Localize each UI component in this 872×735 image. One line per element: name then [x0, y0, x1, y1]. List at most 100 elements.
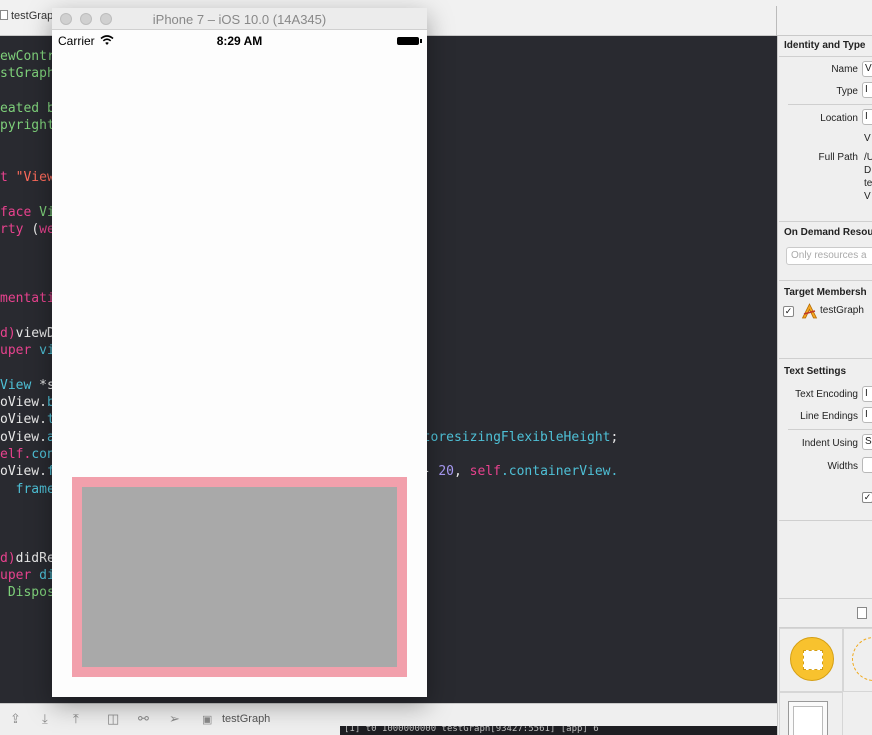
target-membership-title: Target Membersh: [784, 287, 867, 298]
view-controller-square: [803, 650, 823, 670]
code-token: eated b: [0, 100, 55, 116]
section-divider: [779, 280, 872, 281]
wrap-lines-checkbox[interactable]: ✓: [862, 492, 872, 503]
status-time: 8:29 AM: [216, 34, 263, 48]
code-line: face Vi: [0, 205, 55, 221]
code-token: uper: [0, 568, 40, 583]
tab-bar-divider: [776, 6, 777, 36]
memory-graph-icon[interactable]: ⚯: [138, 712, 149, 726]
section-divider: [779, 56, 872, 57]
code-line: ewContr: [0, 49, 55, 65]
code-token: Dispos: [0, 585, 55, 601]
code-line: frame: [0, 482, 55, 498]
text-encoding-popup[interactable]: I: [862, 386, 872, 402]
storyboard-reference-icon: [852, 637, 872, 681]
indent-using-label: Indent Using: [801, 438, 858, 449]
simulator-window: iPhone 7 – iOS 10.0 (14A345) Carrier 8:2…: [52, 8, 427, 697]
library-item-storyboard-reference[interactable]: [843, 628, 872, 692]
on-demand-title: On Demand Resour: [784, 227, 872, 238]
widths-label: Widths: [827, 461, 858, 472]
full-path-line: /U: [864, 152, 872, 163]
code-token: uper: [0, 343, 40, 359]
code-line: d)didRe: [0, 551, 55, 567]
location-sub-value: V: [864, 133, 871, 144]
code-token: oView.: [0, 395, 47, 410]
code-token: face: [0, 204, 40, 220]
code-token: pyright: [0, 118, 55, 134]
navigation-controller-inner: [793, 706, 823, 735]
app-target-icon: ▣: [202, 714, 213, 726]
full-path-label: Full Path: [818, 152, 858, 163]
editor-tab-testgraph[interactable]: testGraph: [0, 10, 59, 22]
step-over-icon[interactable]: ⤓: [42, 712, 48, 726]
code-token: 20: [438, 464, 454, 480]
code-token: didRe: [15, 550, 55, 566]
code-token: ,: [453, 464, 470, 480]
code-token: elf.: [0, 446, 32, 462]
location-popup[interactable]: I: [862, 109, 872, 125]
location-label: Location: [820, 113, 858, 124]
target-name: testGraph: [820, 305, 864, 316]
code-token: viewD: [15, 325, 55, 341]
code-token: ewContr: [0, 49, 55, 64]
hide-debug-area-icon[interactable]: ⇪: [10, 712, 21, 726]
code-token: (: [31, 222, 40, 237]
code-line: eated b: [0, 101, 55, 117]
code-token: oView.: [0, 412, 47, 428]
code-token: .containerView.: [500, 464, 619, 480]
console-output: [1] t0 1000000000 testGraph[93427:5561] …: [340, 726, 777, 735]
container-view: [72, 477, 407, 677]
section-divider: [779, 520, 872, 521]
text-settings-title: Text Settings: [784, 366, 847, 377]
code-token: View: [0, 377, 40, 393]
code-line: oView.b: [0, 395, 55, 411]
code-token: d): [0, 550, 16, 566]
code-token: mentati: [0, 291, 55, 307]
code-line: Dispos: [0, 585, 55, 601]
navigation-controller-icon: [788, 701, 828, 735]
battery-icon: [397, 37, 419, 45]
type-popup[interactable]: I: [862, 82, 872, 98]
code-token: t: [0, 170, 16, 186]
library-tabs: [779, 598, 872, 628]
code-token: oView.: [0, 464, 47, 480]
code-token: d): [0, 325, 16, 341]
code-line: uper di: [0, 568, 55, 584]
simulator-title: iPhone 7 – iOS 10.0 (14A345): [152, 12, 327, 27]
code-token: "View: [15, 170, 55, 186]
scheme-label[interactable]: testGraph: [222, 713, 270, 725]
file-template-icon[interactable]: [857, 607, 867, 619]
document-icon: [0, 10, 8, 20]
code-line: stGraph: [0, 66, 55, 82]
simulate-location-icon[interactable]: ➢: [169, 712, 180, 726]
code-line: elf.con: [0, 447, 55, 463]
widths-field[interactable]: [862, 457, 872, 473]
indent-using-popup[interactable]: S: [862, 434, 872, 450]
device-screen[interactable]: Carrier 8:29 AM: [52, 30, 427, 697]
step-into-icon[interactable]: ⤒: [73, 712, 79, 726]
line-endings-popup[interactable]: I: [862, 407, 872, 423]
code-line: t "View: [0, 170, 55, 186]
app-target-icon: [801, 303, 818, 319]
name-field[interactable]: V: [862, 61, 872, 77]
library-item-view-controller[interactable]: [779, 628, 843, 692]
code-token: oView.: [0, 429, 47, 445]
console-line: [1] t0 1000000000 testGraph[93427:5561] …: [344, 726, 599, 734]
code-token: self: [469, 464, 501, 480]
on-demand-tags-field[interactable]: Only resources a: [786, 247, 872, 265]
full-path-line: V: [864, 191, 871, 202]
line-endings-label: Line Endings: [800, 411, 858, 422]
code-line: d)viewD: [0, 326, 55, 342]
battery-tip: [420, 39, 422, 43]
simulator-titlebar: iPhone 7 – iOS 10.0 (14A345): [52, 8, 427, 30]
full-path-line: te: [864, 178, 872, 189]
target-checkbox[interactable]: ✓: [783, 306, 794, 317]
xcode-window: testGraph ewContr stGraph eated b pyright t …: [0, 0, 872, 735]
code-line: View *s: [0, 378, 55, 394]
code-token: ;: [610, 429, 619, 445]
library-item-navigation-controller[interactable]: [779, 692, 843, 735]
inner-subview: [82, 487, 397, 667]
view-debugger-icon[interactable]: ◫: [107, 712, 119, 726]
section-divider: [779, 221, 872, 222]
code-token: stGraph: [0, 66, 55, 82]
